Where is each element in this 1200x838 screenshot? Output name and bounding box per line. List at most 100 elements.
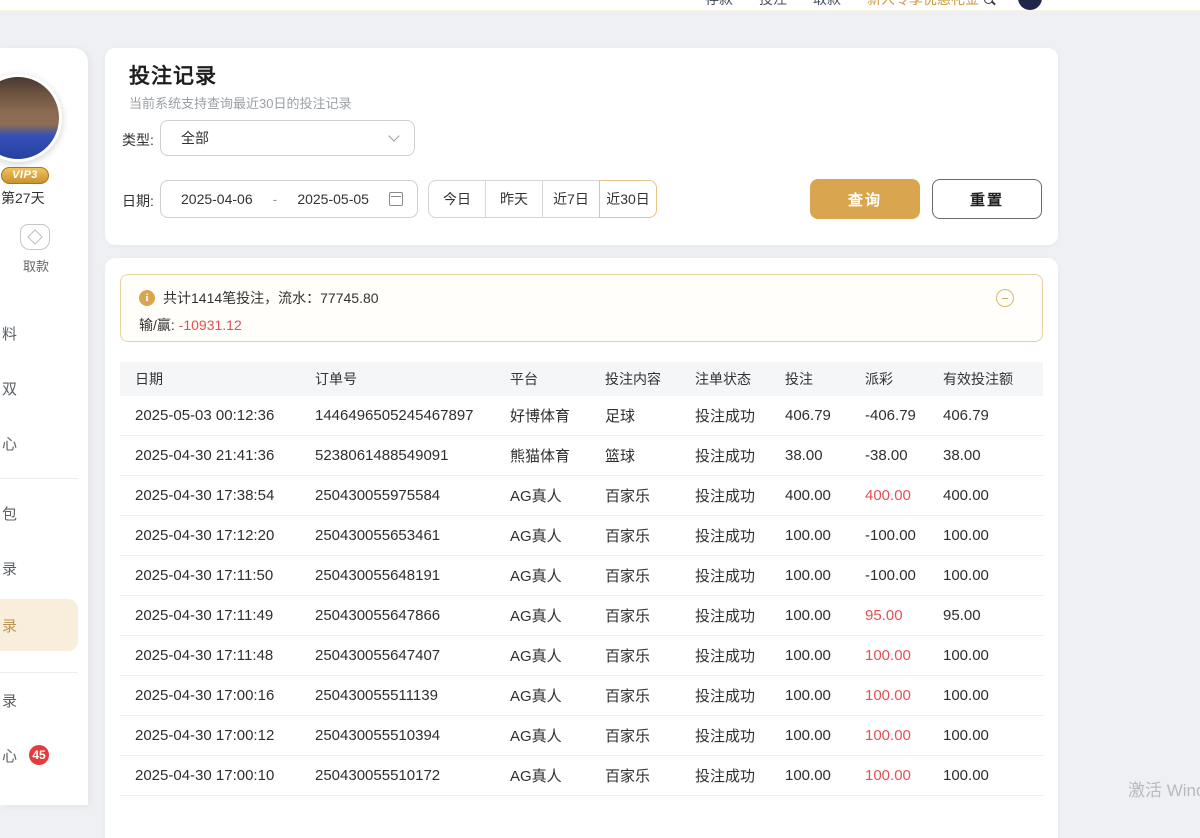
- nav-item-1[interactable]: 投注: [759, 0, 787, 9]
- cell-valid: 406.79: [943, 407, 1043, 424]
- cell-valid: 100.00: [943, 767, 1043, 784]
- cell-status: 投注成功: [695, 445, 785, 466]
- win-loss-label: 输/赢:: [139, 317, 179, 333]
- user-avatar-small[interactable]: [1018, 0, 1042, 10]
- sidebar-item[interactable]: 心: [0, 423, 78, 463]
- date-separator: -: [273, 191, 278, 207]
- sidebar-item-label: 双: [2, 378, 17, 399]
- column-header-payout: 派彩: [865, 369, 943, 389]
- cell-status: 投注成功: [695, 605, 785, 626]
- cell-bet: 100.00: [785, 727, 865, 744]
- cell-valid: 100.00: [943, 727, 1043, 744]
- cell-order: 5238061488549091: [315, 447, 510, 464]
- nav-item-2[interactable]: 取款: [813, 0, 841, 9]
- avatar[interactable]: [0, 74, 62, 162]
- sidebar-divider: [0, 672, 78, 673]
- column-header-date: 日期: [135, 369, 315, 389]
- cell-platform: AG真人: [510, 725, 605, 746]
- sidebar-menu-top: 料双心: [0, 313, 78, 463]
- cell-bet: 100.00: [785, 767, 865, 784]
- cell-content: 百家乐: [605, 725, 695, 746]
- bet-records-table: 日期订单号平台投注内容注单状态投注派彩有效投注额 2025-05-03 00:1…: [120, 362, 1043, 796]
- cell-content: 百家乐: [605, 485, 695, 506]
- search-icon[interactable]: [984, 0, 993, 4]
- cell-order: 250430055511139: [315, 687, 510, 704]
- cell-platform: AG真人: [510, 565, 605, 586]
- topbar-promo-link[interactable]: 新人专享优惠礼金: [867, 0, 993, 9]
- cell-bet: 400.00: [785, 487, 865, 504]
- table-row: 2025-04-30 17:00:12250430055510394AG真人百家…: [120, 716, 1043, 756]
- calendar-icon[interactable]: [389, 192, 403, 206]
- date-label: 日期:: [122, 191, 154, 211]
- cell-platform: 好博体育: [510, 405, 605, 426]
- table-body: 2025-05-03 00:12:361446496505245467897好博…: [120, 396, 1043, 796]
- cell-valid: 100.00: [943, 527, 1043, 544]
- sidebar-item-label: 心: [2, 745, 17, 766]
- cell-payout: -100.00: [865, 527, 943, 544]
- table-row: 2025-05-03 00:12:361446496505245467897好博…: [120, 396, 1043, 436]
- sidebar-item[interactable]: 心 45: [0, 735, 78, 775]
- search-button[interactable]: 查询: [810, 179, 920, 219]
- sidebar-item[interactable]: 录: [0, 548, 78, 588]
- quick-range-button-3[interactable]: 近30日: [599, 180, 657, 218]
- column-header-status: 注单状态: [695, 369, 785, 389]
- quick-range-button-1[interactable]: 昨天: [485, 180, 543, 218]
- cell-platform: AG真人: [510, 645, 605, 666]
- withdraw-label: 取款: [14, 256, 58, 275]
- table-row: 2025-04-30 17:11:49250430055647866AG真人百家…: [120, 596, 1043, 636]
- date-end-value: 2025-05-05: [297, 191, 369, 207]
- nav-item-0[interactable]: 存款: [705, 0, 733, 9]
- cell-date: 2025-04-30 17:00:16: [135, 687, 315, 704]
- chevron-down-icon: [388, 130, 399, 141]
- cell-content: 足球: [605, 405, 695, 426]
- sidebar-item[interactable]: 料: [0, 313, 78, 353]
- sidebar-item[interactable]: 双: [0, 368, 78, 408]
- cell-valid: 95.00: [943, 607, 1043, 624]
- cell-content: 百家乐: [605, 525, 695, 546]
- sidebar-item-label: 包: [2, 503, 17, 524]
- cell-platform: AG真人: [510, 685, 605, 706]
- date-range-input[interactable]: 2025-04-06 - 2025-05-05: [160, 180, 418, 218]
- quick-range-button-0[interactable]: 今日: [428, 180, 486, 218]
- cell-order: 250430055653461: [315, 527, 510, 544]
- table-row: 2025-04-30 17:11:50250430055648191AG真人百家…: [120, 556, 1043, 596]
- sidebar-item-label: 料: [2, 323, 17, 344]
- cell-payout: 95.00: [865, 607, 943, 624]
- collapse-icon[interactable]: −: [996, 289, 1014, 307]
- cell-content: 百家乐: [605, 605, 695, 626]
- summary-box: i 共计1414笔投注，流水：77745.80 输/赢: -10931.12 −: [120, 274, 1043, 342]
- sidebar-item[interactable]: 录: [0, 680, 78, 720]
- topbar-nav: 存款 投注 取款 新人专享优惠礼金: [705, 0, 993, 11]
- cell-platform: 熊猫体育: [510, 445, 605, 466]
- notification-badge: 45: [29, 745, 49, 765]
- cell-content: 百家乐: [605, 645, 695, 666]
- cell-payout: 100.00: [865, 727, 943, 744]
- cell-status: 投注成功: [695, 485, 785, 506]
- cell-payout: 100.00: [865, 647, 943, 664]
- type-select[interactable]: 全部: [160, 120, 415, 156]
- cell-status: 投注成功: [695, 525, 785, 546]
- table-row: 2025-04-30 17:12:20250430055653461AG真人百家…: [120, 516, 1043, 556]
- cell-date: 2025-04-30 17:00:12: [135, 727, 315, 744]
- vip-day-label: 第27天: [1, 188, 45, 208]
- windows-activation-watermark: 激活 Windows: [1128, 776, 1200, 801]
- cell-status: 投注成功: [695, 725, 785, 746]
- quick-range-button-2[interactable]: 近7日: [542, 180, 600, 218]
- sidebar-item[interactable]: 包: [0, 493, 78, 533]
- page-title: 投注记录: [129, 60, 217, 90]
- cell-payout: -100.00: [865, 567, 943, 584]
- cell-payout: 100.00: [865, 767, 943, 784]
- cell-order: 250430055648191: [315, 567, 510, 584]
- table-row: 2025-04-30 21:41:365238061488549091熊猫体育篮…: [120, 436, 1043, 476]
- reset-button[interactable]: 重置: [932, 179, 1042, 219]
- summary-total-text: 共计1414笔投注，流水：77745.80: [163, 288, 379, 308]
- sidebar-item[interactable]: 录: [0, 599, 78, 651]
- column-header-content: 投注内容: [605, 369, 695, 389]
- cell-date: 2025-04-30 21:41:36: [135, 447, 315, 464]
- cell-date: 2025-04-30 17:00:10: [135, 767, 315, 784]
- cell-content: 百家乐: [605, 565, 695, 586]
- date-start-value: 2025-04-06: [181, 191, 253, 207]
- cell-valid: 100.00: [943, 567, 1043, 584]
- cell-status: 投注成功: [695, 645, 785, 666]
- withdraw-button[interactable]: 取款: [14, 220, 58, 272]
